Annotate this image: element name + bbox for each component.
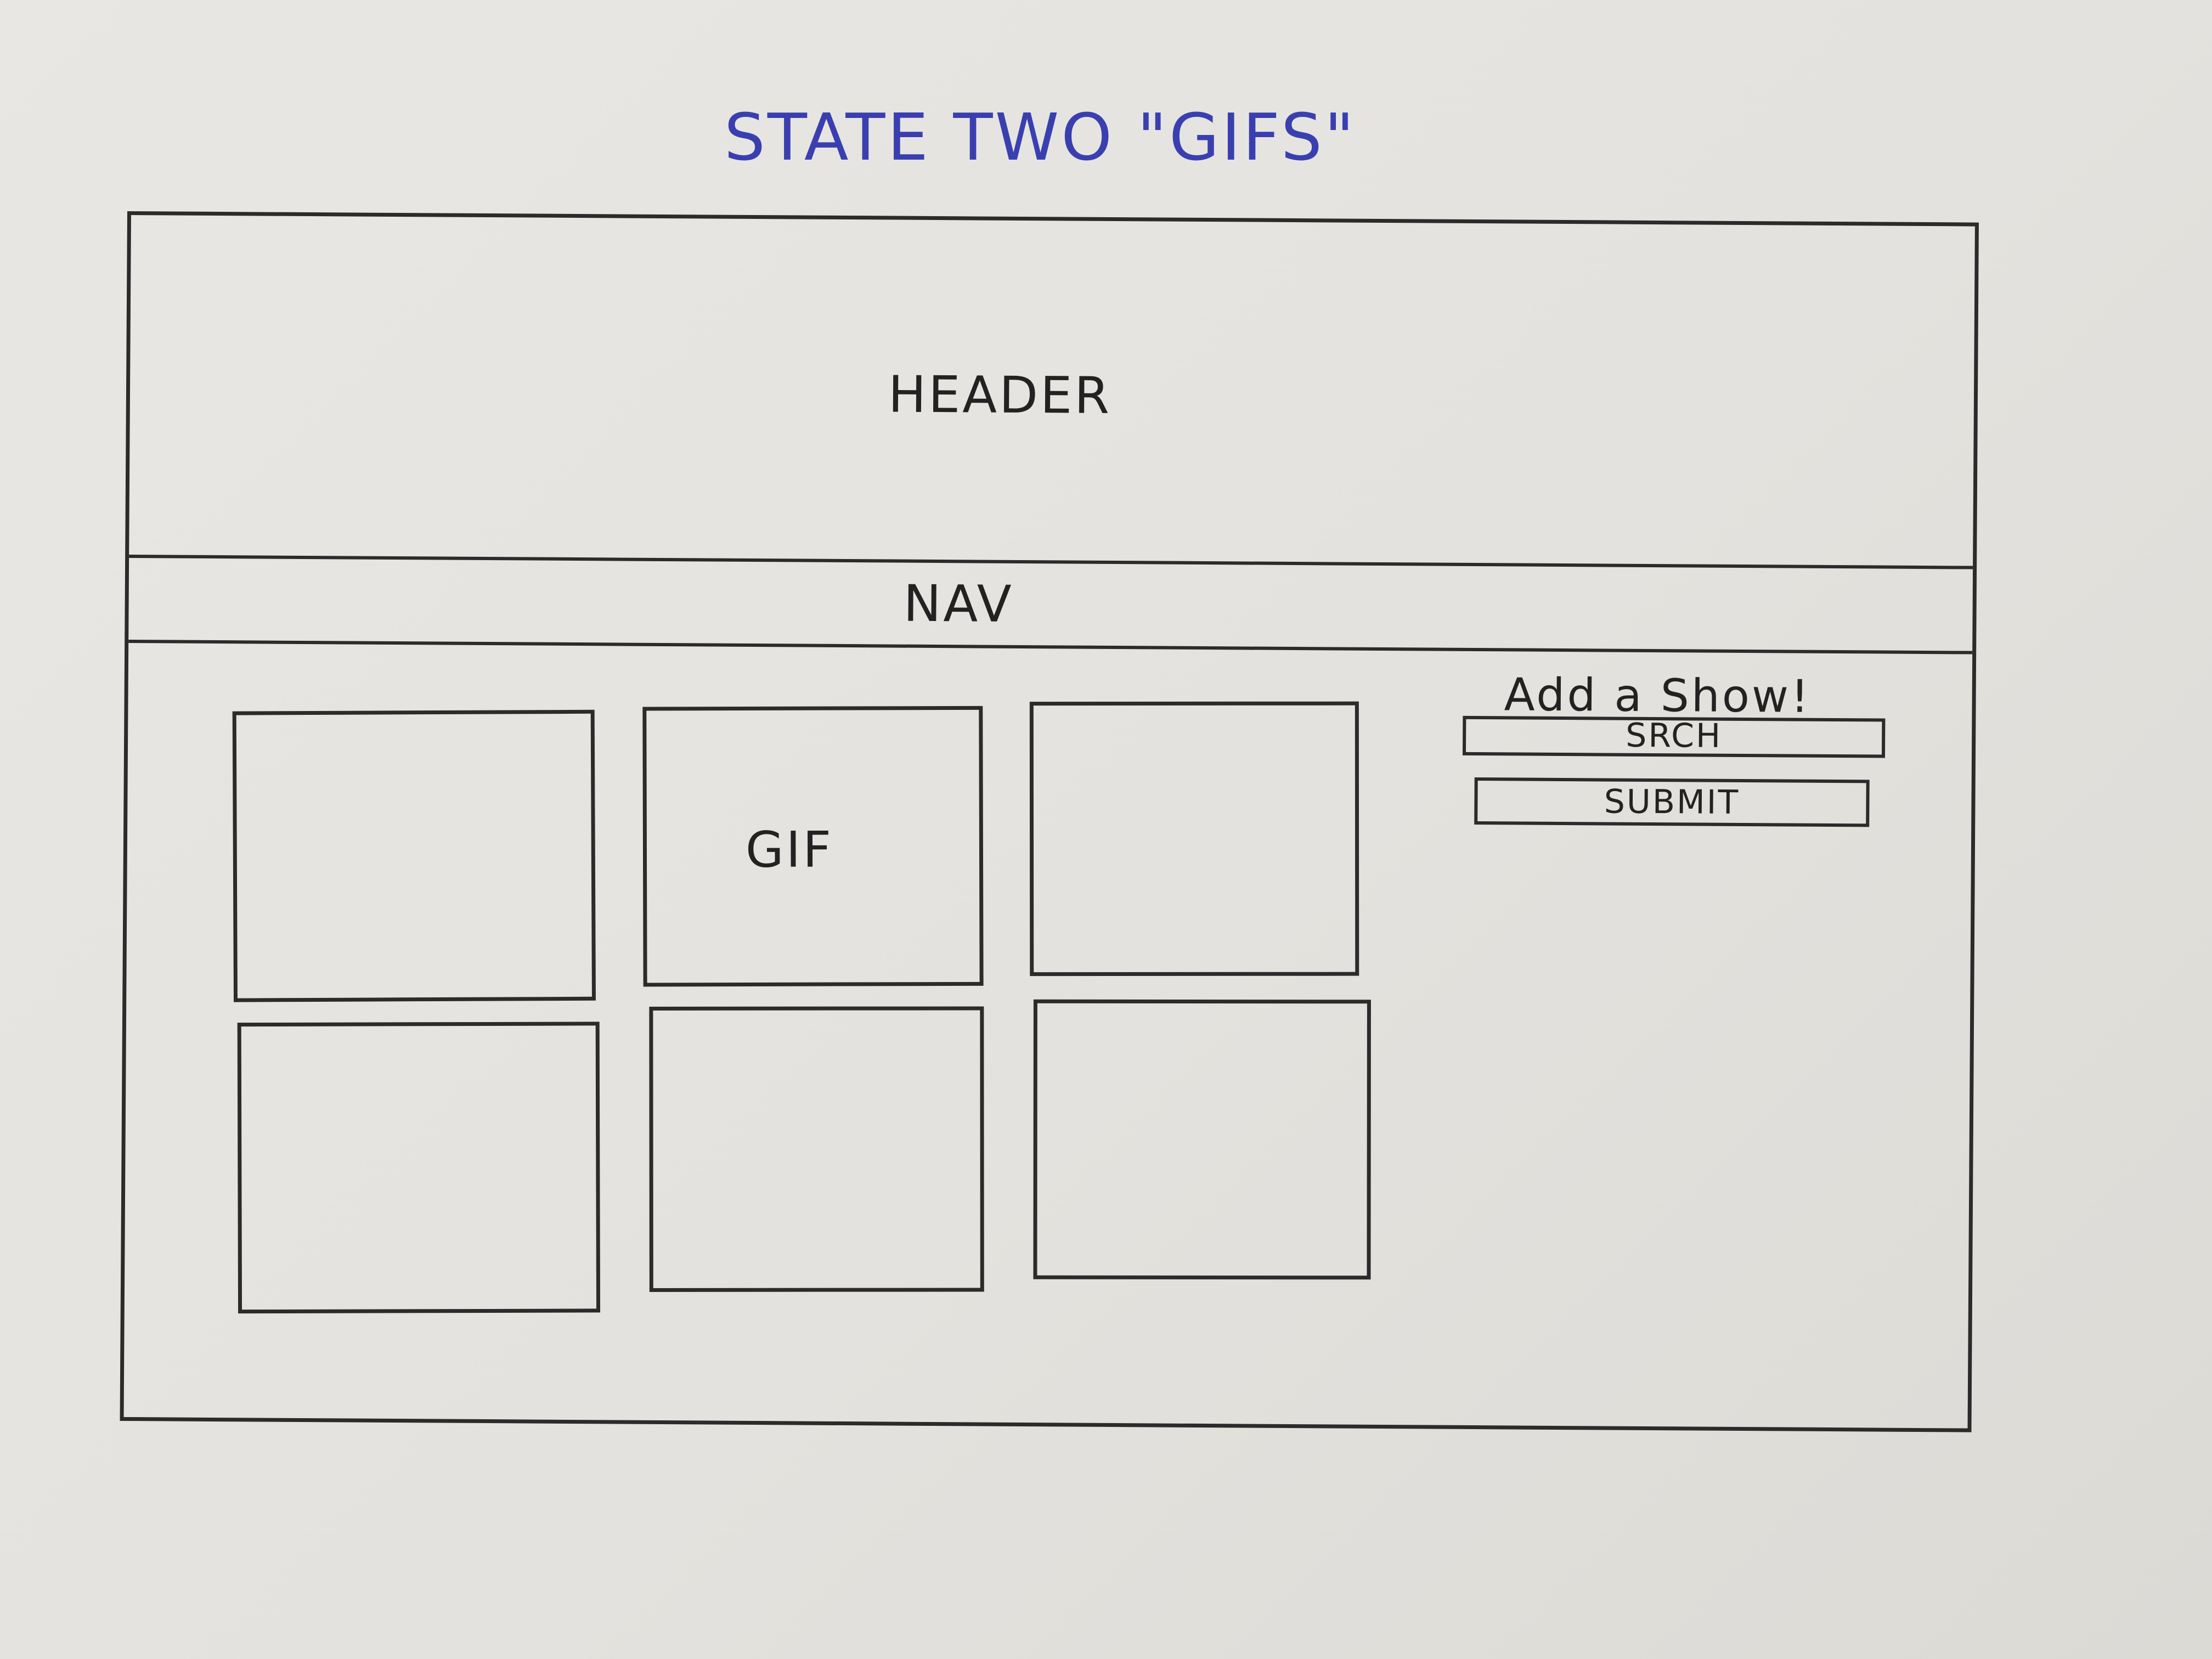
header-label: HEADER: [888, 365, 1112, 425]
gif-box: [237, 1022, 601, 1314]
wireframe-frame: HEADER NAV GIF Add a Show! SRCH SUBMIT: [120, 211, 1979, 1432]
search-input[interactable]: SRCH: [1462, 715, 1886, 758]
content-region: GIF Add a Show! SRCH SUBMIT: [124, 643, 1973, 1429]
gif-label: GIF: [745, 821, 834, 879]
gif-box: [1033, 999, 1371, 1280]
submit-button[interactable]: SUBMIT: [1474, 777, 1870, 827]
gif-box: [232, 709, 596, 1002]
gif-box: [649, 1006, 984, 1292]
header-region: HEADER: [129, 215, 1975, 569]
gif-box: GIF: [642, 706, 984, 987]
page-title: STATE TWO "GIFS": [724, 99, 1357, 175]
nav-region: NAV: [128, 558, 1973, 654]
nav-label: NAV: [903, 574, 1014, 634]
gif-box: [1029, 701, 1359, 977]
